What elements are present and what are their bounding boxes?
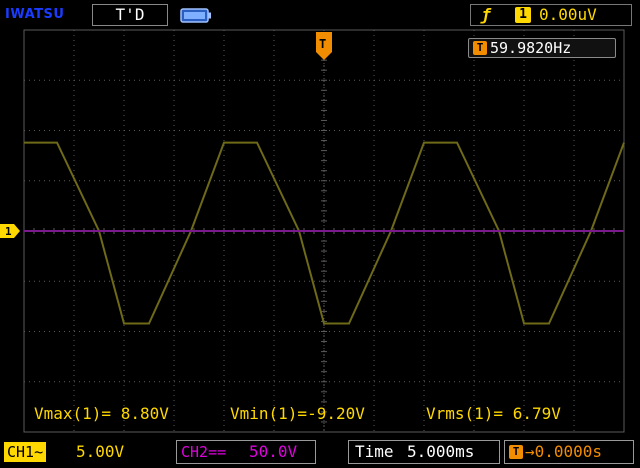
ch1-label[interactable]: CH1~ bbox=[4, 442, 47, 462]
measurement-label: Vmax(1)= bbox=[34, 404, 112, 423]
frequency-value: 59.9820Hz bbox=[490, 39, 572, 57]
ch2-scale: 50.0V bbox=[249, 442, 298, 461]
measurement-value: -9.20V bbox=[307, 404, 365, 423]
measurement-vrms: Vrms(1)= 6.79V bbox=[426, 404, 561, 423]
measurement-value: 8.80V bbox=[111, 404, 169, 423]
trigger-icon: T bbox=[509, 445, 523, 459]
timebase-value: 5.000ms bbox=[407, 442, 475, 461]
ch1-scale[interactable]: 5.00V bbox=[76, 441, 124, 463]
measurement-value: 6.79V bbox=[503, 404, 561, 423]
measurement-label: Vrms(1)= bbox=[426, 404, 504, 423]
timebase-settings[interactable]: Time 5.000ms bbox=[348, 440, 500, 464]
measurement-vmin: Vmin(1)=-9.20V bbox=[230, 404, 365, 423]
ch2-settings[interactable]: CH2== 50.0V bbox=[176, 440, 316, 464]
trigger-marker-label: T bbox=[319, 37, 326, 51]
ch2-label: CH2== bbox=[181, 443, 227, 461]
waveform-display[interactable]: 1 T bbox=[0, 0, 640, 468]
trigger-delay-value: →0.0000s bbox=[525, 442, 603, 461]
measurement-vmax: Vmax(1)= 8.80V bbox=[34, 404, 169, 423]
trigger-delay-settings[interactable]: T →0.0000s bbox=[504, 440, 634, 464]
ch1-ground-marker-icon[interactable]: 1 bbox=[0, 224, 20, 238]
measurement-label: Vmin(1)= bbox=[230, 404, 308, 423]
timebase-label: Time bbox=[355, 442, 394, 461]
trigger-position-marker-icon[interactable]: T bbox=[316, 32, 332, 60]
ch1-marker-label: 1 bbox=[5, 225, 12, 238]
trigger-icon: T bbox=[473, 41, 487, 55]
frequency-readout[interactable]: T 59.9820Hz bbox=[468, 38, 616, 58]
